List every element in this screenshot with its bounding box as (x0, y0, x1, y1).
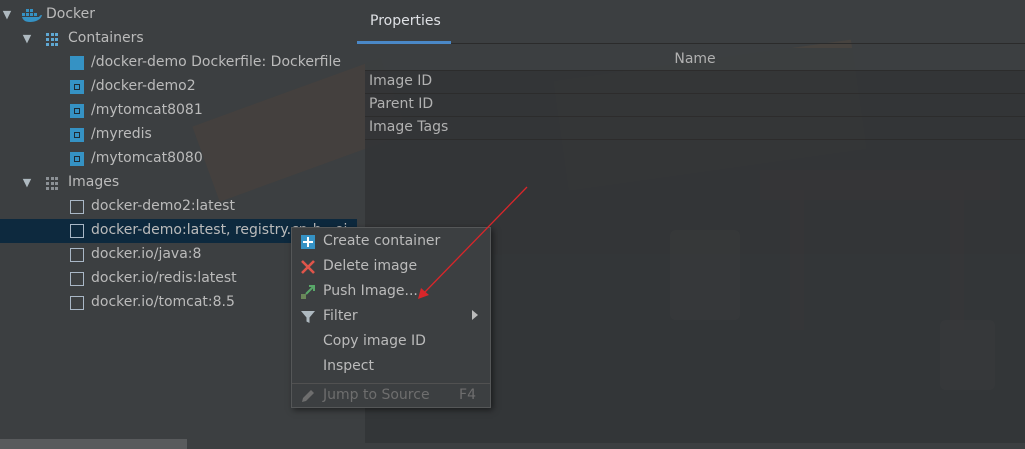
tree-node-docker[interactable]: ▼ Docker (0, 3, 357, 27)
image-icon (70, 224, 84, 238)
column-header-name[interactable]: Name (365, 48, 1025, 71)
container-label: /mytomcat8081 (91, 102, 203, 118)
context-menu: Create container Delete image Push Image… (291, 227, 491, 408)
table-row[interactable]: Image Tags (365, 116, 1025, 140)
menu-item-push-image[interactable]: Push Image... (292, 279, 490, 304)
menu-item-label: Inspect (323, 358, 374, 374)
menu-item-inspect[interactable]: Inspect (292, 354, 490, 379)
image-label: docker.io/tomcat:8.5 (91, 294, 235, 310)
expand-arrow-icon[interactable]: ▼ (21, 33, 33, 45)
menu-item-filter[interactable]: Filter (292, 304, 490, 329)
menu-item-label: Push Image... (323, 283, 418, 299)
tree-node-images[interactable]: ▼ Images (0, 171, 357, 195)
menu-item-copy-image-id[interactable]: Copy image ID (292, 329, 490, 354)
image-label: docker.io/redis:latest (91, 270, 237, 286)
container-running-icon (70, 128, 84, 142)
filter-funnel-icon (300, 309, 316, 325)
menu-item-label: Delete image (323, 258, 418, 274)
expand-arrow-icon[interactable]: ▼ (1, 9, 13, 21)
menu-item-create-container[interactable]: Create container (292, 229, 490, 254)
plus-icon (300, 234, 316, 250)
active-tab-indicator (357, 41, 451, 44)
container-label: /myredis (91, 126, 152, 142)
docker-whale-icon (22, 7, 42, 23)
menu-item-jump-to-source: Jump to Source F4 (292, 383, 490, 408)
tree-item-container[interactable]: /mytomcat8080 (0, 147, 357, 171)
tree-node-label: Images (68, 174, 120, 190)
tree-item-container[interactable]: /mytomcat8081 (0, 99, 357, 123)
tab-label: Properties (370, 13, 441, 29)
image-label: docker-demo2:latest (91, 198, 235, 214)
container-running-icon (70, 152, 84, 166)
column-header-label: Name (674, 51, 716, 67)
push-arrow-icon (300, 284, 316, 300)
table-row[interactable]: Parent ID (365, 93, 1025, 117)
menu-item-label: Filter (323, 308, 358, 324)
menu-item-delete-image[interactable]: Delete image (292, 254, 490, 279)
menu-item-shortcut: F4 (459, 387, 476, 403)
container-label: /docker-demo2 (91, 78, 196, 94)
image-icon (70, 200, 84, 214)
horizontal-scrollbar[interactable] (0, 439, 187, 449)
image-icon (70, 248, 84, 262)
image-icon (70, 272, 84, 286)
images-group-icon (46, 177, 60, 191)
table-row[interactable]: Image ID (365, 70, 1025, 94)
expand-arrow-icon[interactable]: ▼ (21, 177, 33, 189)
container-label: /mytomcat8080 (91, 150, 203, 166)
tree-item-container[interactable]: /docker-demo Dockerfile: Dockerfile (0, 51, 357, 75)
image-label: docker.io/java:8 (91, 246, 202, 262)
container-label: /docker-demo Dockerfile: Dockerfile (91, 54, 342, 70)
tree-item-image[interactable]: docker-demo2:latest (0, 195, 357, 219)
tree-node-label: Containers (68, 30, 144, 46)
property-label: Image ID (369, 73, 433, 89)
tree-item-container[interactable]: /docker-demo2 (0, 75, 357, 99)
tree-node-label: Docker (46, 6, 96, 22)
menu-item-label: Create container (323, 233, 441, 249)
menu-item-label: Copy image ID (323, 333, 426, 349)
tree-node-containers[interactable]: ▼ Containers (0, 27, 357, 51)
tab-properties[interactable]: Properties (357, 0, 451, 44)
containers-group-icon (46, 33, 60, 47)
container-running-icon (70, 104, 84, 118)
delete-x-icon (300, 259, 316, 275)
property-label: Image Tags (369, 119, 449, 135)
tab-strip: Properties (357, 0, 1025, 44)
container-running-icon (70, 80, 84, 94)
property-label: Parent ID (369, 96, 434, 112)
tree-item-container[interactable]: /myredis (0, 123, 357, 147)
submenu-arrow-icon (472, 310, 478, 320)
menu-item-label: Jump to Source (323, 387, 430, 403)
pencil-icon (300, 388, 316, 404)
image-icon (70, 296, 84, 310)
container-stopped-icon (70, 56, 84, 70)
